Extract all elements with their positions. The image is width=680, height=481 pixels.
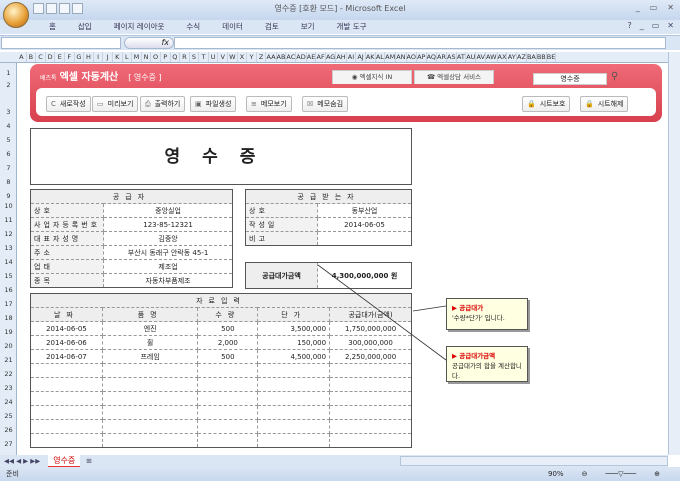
comment-title: 공급대가금액 (459, 352, 496, 360)
sheet-tab[interactable]: 영수증 (48, 454, 81, 468)
toolbar-button-2[interactable]: ⎙ 출력하기 (140, 96, 186, 112)
horizontal-scrollbar[interactable] (400, 456, 668, 466)
zoom-slider[interactable]: ───▽─── (605, 467, 636, 481)
toolbar-button-3[interactable]: ▣ 파일생성 (190, 96, 237, 112)
button-label: 시트해제 (597, 100, 624, 108)
zoom-control: 90% ⊖ ───▽─── ⊕ (548, 467, 660, 481)
comment-arrow (317, 264, 447, 361)
button-label: 시트보호 (539, 100, 566, 108)
comment-body: 공급대가의 합을 계산합니다. (452, 362, 522, 380)
zoom-level[interactable]: 90% (548, 467, 564, 481)
comment-title: 공급대가 (459, 304, 484, 312)
preview-icon: ▭ (97, 100, 104, 108)
comment-arrow (412, 305, 447, 312)
comment-body: '수량*단가' 입니다. (452, 314, 505, 322)
refresh-icon: C (51, 100, 56, 108)
unprotect-sheet-button[interactable]: 🔒 시트해제 (580, 96, 629, 112)
button-label: 메모숨김 (317, 100, 344, 108)
button-label: 출력하기 (154, 100, 181, 108)
comment-arrows (317, 264, 447, 361)
office-button[interactable] (3, 2, 29, 28)
toolbar-button-0[interactable]: C 새로작성 (46, 96, 91, 112)
button-label: 새로작성 (59, 100, 86, 108)
toolbar-button-4[interactable]: ≡ 메모보기 (246, 96, 292, 112)
toolbar-button-1[interactable]: ▭ 미리보기 (92, 96, 139, 112)
comment-supply-price: ▶ 공급대가 '수량*단가' 입니다. (446, 298, 528, 330)
button-label: 메모보기 (260, 100, 287, 108)
button-label: 파일생성 (205, 100, 232, 108)
hide-memo-icon: ☒ (307, 100, 314, 108)
lock-icon: 🔒 (527, 100, 536, 108)
print-icon: ⎙ (145, 100, 151, 108)
sheet-nav-icon[interactable]: ◀◀ ◀ ▶ ▶▶ (4, 457, 40, 465)
button-label: 미리보기 (107, 100, 134, 108)
lock-icon: 🔒 (585, 100, 594, 108)
status-text: 준비 (6, 470, 19, 478)
file-icon: ▣ (195, 100, 202, 108)
protect-sheet-button[interactable]: 🔒 시트보호 (522, 96, 571, 112)
memo-icon: ≡ (251, 100, 257, 108)
comment-total-amount: ▶ 공급대가금액 공급대가의 합을 계산합니다. (446, 346, 528, 382)
zoom-out-icon[interactable]: ⊖ (582, 467, 588, 481)
insert-sheet-icon[interactable]: ⊞ (86, 457, 91, 465)
toolbar-button-5[interactable]: ☒ 메모숨김 (302, 96, 349, 112)
zoom-in-icon[interactable]: ⊕ (654, 467, 660, 481)
